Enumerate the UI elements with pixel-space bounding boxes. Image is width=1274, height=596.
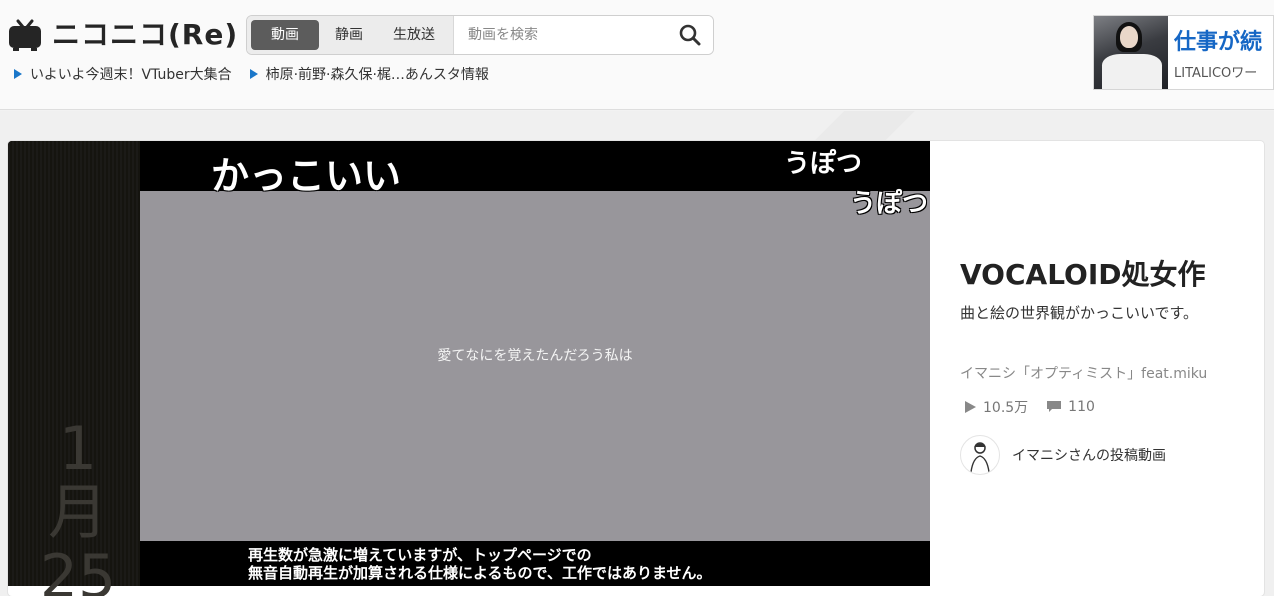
news-link[interactable]: いよいよ今週末！VTuber大集合 xyxy=(14,64,232,84)
search-button[interactable] xyxy=(667,16,713,54)
view-count: 10.5万 xyxy=(963,397,1028,417)
tab-seiga[interactable]: 静画 xyxy=(321,20,377,50)
news-ticker: いよいよ今週末！VTuber大集合 柿原·前野·森久保·梶…あんスタ情報 xyxy=(14,64,489,84)
tab-live[interactable]: 生放送 xyxy=(379,20,449,50)
site-logo[interactable]: ニコニコ(Re) xyxy=(8,18,238,52)
ad-banner[interactable]: 仕事が続 LITALICOワー xyxy=(1093,15,1274,90)
video-series-link[interactable]: イマニシ「オプティミスト」feat.miku xyxy=(960,363,1207,383)
search-bar: 動画 静画 生放送 xyxy=(246,15,714,55)
danmaku-comment: かっこいい xyxy=(211,154,402,198)
view-count-value: 10.5万 xyxy=(983,400,1029,416)
owner-link[interactable]: イマニシさんの投稿動画 xyxy=(960,435,1166,475)
featured-video-card: 1月25 愛てなにを覚えたんだろう私は かっこいい うぽつ うぽつ 再生数が急激… xyxy=(8,141,1264,596)
play-icon xyxy=(965,401,976,413)
avatar-illustration-icon xyxy=(970,442,990,472)
logo-text: ニコニコ(Re) xyxy=(52,18,239,51)
tab-video[interactable]: 動画 xyxy=(251,20,319,50)
site-header: ニコニコ(Re) 動画 静画 生放送 いよいよ今週末！VTuber大集合 柿原·… xyxy=(0,0,1274,110)
news-text: いよいよ今週末！VTuber大集合 xyxy=(30,67,232,83)
ad-image xyxy=(1094,16,1168,89)
video-title[interactable]: VOCALOID処女作 xyxy=(960,253,1206,293)
video-stats: 10.5万 110 xyxy=(963,397,1095,417)
ad-title: 仕事が続 xyxy=(1174,30,1263,55)
danmaku-comment: うぽつ xyxy=(850,189,929,219)
search-icon xyxy=(679,24,701,46)
avatar xyxy=(960,435,1000,475)
comment-count-value: 110 xyxy=(1068,399,1095,415)
triangle-bullet-icon xyxy=(14,69,22,79)
search-input[interactable] xyxy=(454,16,667,54)
comment-count: 110 xyxy=(1046,399,1095,415)
tv-icon xyxy=(9,19,41,51)
notice-line: 無音自動再生が加算される仕様によるもので、工作ではありません。 xyxy=(248,564,712,582)
comment-icon xyxy=(1047,401,1062,412)
danmaku-comment: うぽつ xyxy=(784,149,863,179)
search-category-tabs: 動画 静画 生放送 xyxy=(247,16,454,54)
ad-subtitle: LITALICOワー xyxy=(1174,66,1258,81)
video-frame: 愛てなにを覚えたんだろう私は xyxy=(140,191,930,541)
video-player[interactable]: 1月25 愛てなにを覚えたんだろう私は かっこいい うぽつ うぽつ 再生数が急激… xyxy=(8,141,930,596)
notice-line: 再生数が急激に増えていますが、トップページでの xyxy=(248,546,592,564)
triangle-bullet-icon xyxy=(249,69,258,79)
video-description: 曲と絵の世界観がかっこいいです。 xyxy=(960,304,1199,322)
news-text: 柿原·前野·森久保·梶…あんスタ情報 xyxy=(265,67,489,83)
news-link[interactable]: 柿原·前野·森久保·梶…あんスタ情報 xyxy=(249,64,489,84)
video-info-panel: VOCALOID処女作 曲と絵の世界観がかっこいいです。 イマニシ「オプティミス… xyxy=(930,141,1264,596)
video-left-bezel: 1月25 xyxy=(8,141,140,596)
autoplay-notice: 再生数が急激に増えていますが、トップページでの 無音自動再生が加算される仕様によ… xyxy=(248,546,888,582)
video-lyric: 愛てなにを覚えたんだろう私は xyxy=(437,348,633,364)
owner-label: イマニシさんの投稿動画 xyxy=(1012,448,1166,464)
bezel-text: 1月25 xyxy=(39,414,117,596)
